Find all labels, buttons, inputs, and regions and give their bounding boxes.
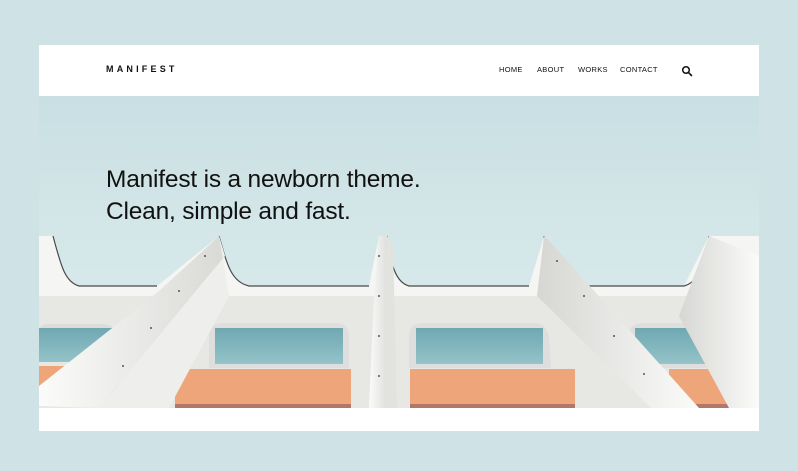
site-header: MANIFEST HOME ABOUT WORKS CONTACT (39, 45, 759, 96)
hero-headline-line-1: Manifest is a newborn theme. (106, 166, 421, 193)
hero-section: Manifest is a newborn theme. Clean, simp… (39, 96, 759, 408)
hero-headline: Manifest is a newborn theme. Clean, simp… (106, 164, 421, 228)
nav-item-about[interactable]: ABOUT (537, 65, 564, 74)
nav-item-home[interactable]: HOME (499, 65, 523, 74)
hero-image (39, 235, 759, 408)
page-frame: MANIFEST HOME ABOUT WORKS CONTACT Manife… (39, 45, 759, 431)
content-strip (39, 408, 759, 431)
nav-item-works[interactable]: WORKS (578, 65, 608, 74)
nav-item-contact[interactable]: CONTACT (620, 65, 658, 74)
search-icon[interactable] (681, 64, 693, 77)
hero-headline-line-2: Clean, simple and fast. (106, 198, 351, 225)
main-nav: HOME ABOUT WORKS CONTACT (39, 65, 759, 79)
